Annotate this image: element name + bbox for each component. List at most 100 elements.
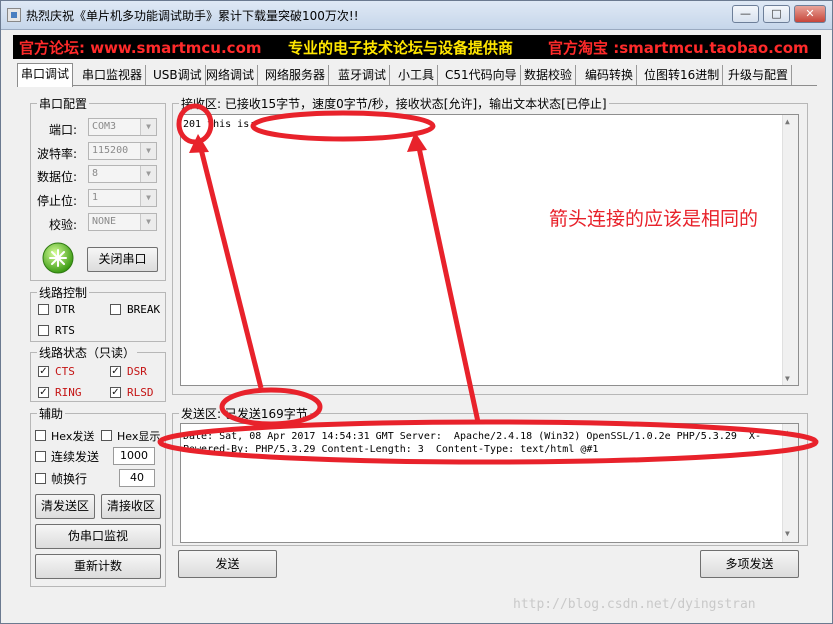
- port-status-icon: [42, 242, 74, 274]
- hex-send-label: Hex发送: [51, 430, 95, 443]
- tab-network-debug[interactable]: 网络调试: [203, 65, 259, 85]
- chevron-down-icon: ▼: [140, 143, 156, 159]
- send-button[interactable]: 发送: [178, 550, 277, 578]
- dtr-label: DTR: [55, 303, 75, 316]
- continuous-send-label: 连续发送: [51, 450, 100, 464]
- break-checkbox[interactable]: [110, 304, 121, 315]
- rlsd-checkbox: ✓: [110, 387, 121, 398]
- dtr-checkbox[interactable]: [38, 304, 49, 315]
- tab-encoding[interactable]: 编码转换: [582, 65, 638, 85]
- frame-length-input[interactable]: 40: [119, 469, 155, 487]
- reset-count-button[interactable]: 重新计数: [35, 554, 161, 579]
- multi-send-button[interactable]: 多项发送: [700, 550, 799, 578]
- cts-checkbox: ✓: [38, 366, 49, 377]
- parity-value: NONE: [92, 216, 117, 227]
- port-select[interactable]: COM3 ▼: [88, 118, 157, 136]
- tab-serial-monitor[interactable]: 串口监视器: [79, 65, 147, 85]
- ring-checkbox: ✓: [38, 387, 49, 398]
- serial-config-title: 串口配置: [37, 95, 90, 112]
- maximize-button[interactable]: □: [763, 5, 790, 23]
- send-header: 发送区: 已发送169字节: [179, 405, 310, 422]
- send-text-area[interactable]: Date: Sat, 08 Apr 2017 14:54:31 GMT Serv…: [180, 423, 799, 543]
- port-label: 端口:: [49, 123, 78, 137]
- scroll-down-icon[interactable]: ▼: [785, 527, 790, 540]
- line-status-title: 线路状态（只读）: [37, 344, 138, 361]
- tab-network-server[interactable]: 网络服务器: [262, 65, 330, 85]
- banner-forum-link[interactable]: 官方论坛: www.smartmcu.com: [19, 37, 262, 58]
- tab-upgrade-config[interactable]: 升级与配置: [725, 65, 793, 85]
- hex-display-label: Hex显示: [117, 430, 161, 443]
- receive-text-area[interactable]: 201 this is: ▲ ▼: [180, 114, 799, 386]
- rts-label: RTS: [55, 324, 75, 337]
- parity-select[interactable]: NONE ▼: [88, 213, 157, 231]
- tab-bitmap-hex[interactable]: 位图转16进制: [641, 65, 724, 85]
- minimize-button[interactable]: —: [732, 5, 759, 23]
- aux-group: 辅助 Hex发送 Hex显示 连续发送 1000 帧换行 40 清发送区 清接收…: [30, 405, 166, 587]
- stopbits-label: 停止位:: [37, 194, 78, 208]
- receive-header: 接收区: 已接收15字节，速度0字节/秒，接收状态[允许]，输出文本状态[已停止…: [179, 95, 609, 112]
- promo-banner: 官方论坛: www.smartmcu.com 专业的电子技术论坛与设备提供商 官…: [13, 35, 821, 59]
- receive-scrollbar[interactable]: ▲ ▼: [782, 115, 798, 385]
- line-control-title: 线路控制: [37, 284, 90, 301]
- aux-title: 辅助: [37, 405, 66, 422]
- tab-data-check[interactable]: 数据校验: [521, 65, 577, 85]
- line-status-group: 线路状态（只读） ✓ CTS ✓ DSR ✓ RING ✓ RLSD: [30, 344, 166, 402]
- dsr-checkbox: ✓: [110, 366, 121, 377]
- baud-label: 波特率:: [37, 147, 78, 161]
- chevron-down-icon: ▼: [140, 214, 156, 230]
- scroll-down-icon[interactable]: ▼: [785, 374, 790, 383]
- tab-usb-debug[interactable]: USB调试: [150, 65, 206, 85]
- clear-receive-button[interactable]: 清接收区: [101, 494, 161, 519]
- tab-bluetooth-debug[interactable]: 蓝牙调试: [335, 65, 391, 85]
- tab-serial-debug[interactable]: 串口调试: [17, 63, 74, 87]
- scroll-up-icon[interactable]: ▲: [785, 117, 790, 126]
- stopbits-select[interactable]: 1 ▼: [88, 189, 157, 207]
- chevron-down-icon: ▼: [140, 166, 156, 182]
- app-window: 热烈庆祝《单片机多功能调试助手》累计下载量突破100万次!! — □ ✕ 官方论…: [0, 0, 833, 624]
- blog-watermark: http://blog.csdn.net/dyingstran: [513, 597, 756, 612]
- scroll-up-icon[interactable]: ▲: [785, 426, 790, 439]
- serial-config-group: 串口配置 端口: COM3 ▼ 波特率: 115200 ▼ 数据位: 8 ▼ 停止位:…: [30, 95, 166, 281]
- window-title: 热烈庆祝《单片机多功能调试助手》累计下载量突破100万次!!: [26, 9, 359, 23]
- hex-send-checkbox[interactable]: [35, 430, 46, 441]
- frame-newline-checkbox[interactable]: [35, 473, 46, 484]
- send-line-1: Date: Sat, 08 Apr 2017 14:54:31 GMT Serv…: [183, 431, 761, 442]
- app-icon: [7, 8, 21, 22]
- continuous-send-checkbox[interactable]: [35, 451, 46, 462]
- tab-strip-border: [17, 85, 817, 86]
- title-bar: 热烈庆祝《单片机多功能调试助手》累计下载量突破100万次!! — □ ✕: [1, 1, 832, 30]
- databits-label: 数据位:: [37, 170, 78, 184]
- ring-label: RING: [55, 386, 82, 399]
- baud-value: 115200: [92, 145, 129, 156]
- databits-select[interactable]: 8 ▼: [88, 165, 157, 183]
- break-label: BREAK: [127, 303, 161, 316]
- cts-label: CTS: [55, 365, 75, 378]
- dsr-label: DSR: [127, 365, 147, 378]
- banner-shop-link[interactable]: 官方淘宝 :smartmcu.taobao.com: [548, 37, 809, 58]
- rts-checkbox[interactable]: [38, 325, 49, 336]
- send-scrollbar[interactable]: ▲ ▼: [782, 424, 798, 542]
- hex-display-checkbox[interactable]: [101, 430, 112, 441]
- annotation-note: 箭头连接的应该是相同的: [549, 208, 759, 230]
- parity-label: 校验:: [49, 218, 78, 232]
- receive-group: 接收区: 已接收15字节，速度0字节/秒，接收状态[允许]，输出文本状态[已停止…: [172, 95, 808, 395]
- pseudo-serial-monitor-button[interactable]: 伪串口监视: [35, 524, 161, 549]
- tab-tools[interactable]: 小工具: [395, 65, 439, 85]
- frame-newline-label: 帧换行: [51, 472, 88, 486]
- close-port-button[interactable]: 关闭串口: [87, 247, 158, 272]
- receive-content: 201 this is:: [183, 119, 256, 130]
- databits-value: 8: [92, 168, 99, 179]
- tab-c51-wizard[interactable]: C51代码向导: [442, 65, 521, 85]
- chevron-down-icon: ▼: [140, 190, 156, 206]
- baud-select[interactable]: 115200 ▼: [88, 142, 157, 160]
- clear-send-button[interactable]: 清发送区: [35, 494, 95, 519]
- send-line-2: Powered-By: PHP/5.3.29 Content-Length: 3…: [183, 444, 599, 455]
- banner-slogan: 专业的电子技术论坛与设备提供商: [288, 39, 514, 57]
- send-group: 发送区: 已发送169字节 Date: Sat, 08 Apr 2017 14:…: [172, 405, 808, 546]
- send-interval-input[interactable]: 1000: [113, 447, 155, 465]
- port-value: COM3: [92, 121, 117, 132]
- chevron-down-icon: ▼: [140, 119, 156, 135]
- stopbits-value: 1: [92, 192, 99, 203]
- close-button[interactable]: ✕: [794, 5, 826, 23]
- rlsd-label: RLSD: [127, 386, 154, 399]
